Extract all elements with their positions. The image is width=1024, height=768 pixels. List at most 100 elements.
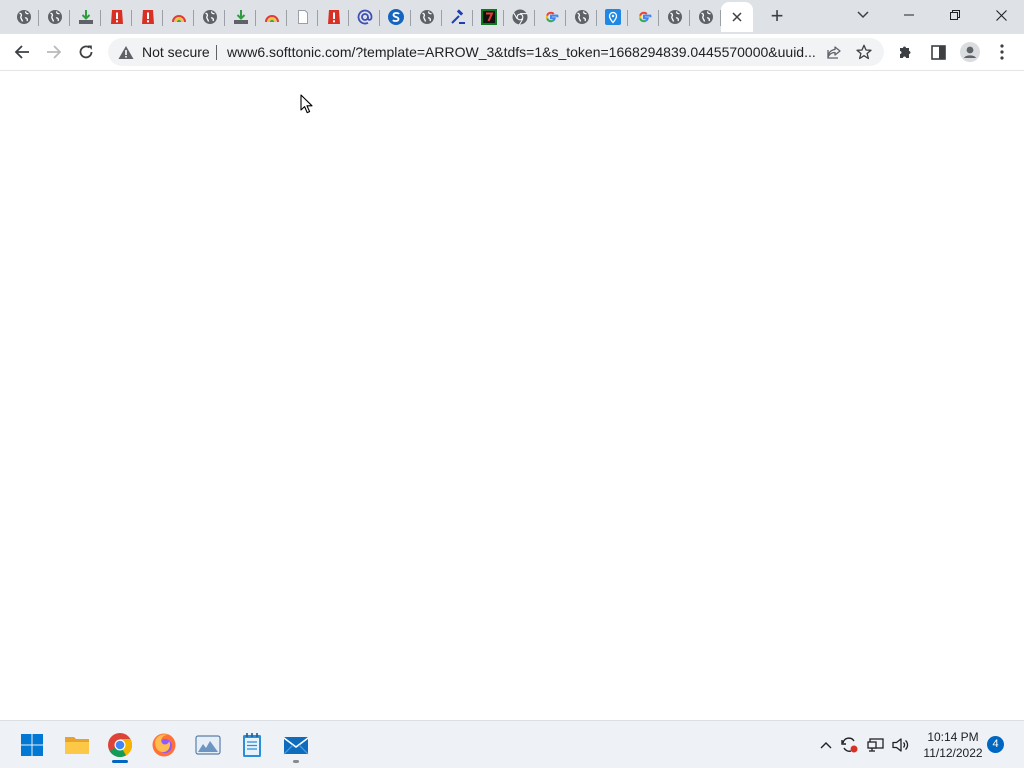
browser-tab[interactable] <box>411 2 442 32</box>
bookmark-star-button[interactable] <box>852 40 876 64</box>
speaker-icon <box>892 738 909 752</box>
browser-tab[interactable] <box>8 2 39 32</box>
profile-avatar-icon <box>960 42 980 62</box>
sync-alert-icon <box>841 737 858 753</box>
chevron-down-icon <box>857 11 869 19</box>
browser-toolbar: Not secure www6.softtonic.com/?template=… <box>0 34 1024 71</box>
kebab-menu-icon <box>1000 44 1004 60</box>
star-icon <box>856 44 872 60</box>
address-bar[interactable]: Not secure www6.softtonic.com/?template=… <box>108 38 884 66</box>
download-icon <box>233 9 249 25</box>
close-icon <box>995 9 1007 21</box>
new-tab-button[interactable]: + <box>765 5 789 29</box>
running-indicator <box>293 760 299 763</box>
running-indicator <box>112 760 128 763</box>
side-panel-icon <box>930 44 946 60</box>
share-button[interactable] <box>822 40 846 64</box>
seven-logo-icon <box>480 9 497 25</box>
browser-tab[interactable] <box>287 2 318 32</box>
browser-tab[interactable] <box>380 2 411 32</box>
browser-tab[interactable] <box>690 2 721 32</box>
browser-tab[interactable] <box>318 2 349 32</box>
window-close-button[interactable] <box>978 0 1024 30</box>
globe-icon <box>574 9 590 25</box>
security-indicator[interactable]: Not secure <box>118 38 210 66</box>
extensions-button[interactable] <box>892 38 920 66</box>
system-clock[interactable]: 10:14 PM 11/12/2022 <box>918 729 988 761</box>
browser-menu-button[interactable] <box>988 38 1016 66</box>
restore-icon <box>950 10 960 20</box>
sync-status-button[interactable] <box>839 735 859 755</box>
side-panel-button[interactable] <box>924 38 952 66</box>
browser-tab[interactable] <box>132 2 163 32</box>
globe-icon <box>16 9 32 25</box>
globe-icon <box>202 9 218 25</box>
browser-tab[interactable] <box>442 2 473 32</box>
chevron-up-icon <box>820 742 832 749</box>
browser-tab[interactable] <box>535 2 566 32</box>
firefox-icon <box>151 732 177 758</box>
google-icon <box>636 9 652 25</box>
browser-tab[interactable] <box>473 2 504 32</box>
minimize-icon <box>904 14 914 16</box>
browser-tab[interactable] <box>659 2 690 32</box>
forward-button[interactable] <box>40 38 68 66</box>
warning-triangle-icon <box>118 45 134 59</box>
browser-tab[interactable] <box>256 2 287 32</box>
mouse-cursor-icon <box>300 94 313 114</box>
browser-tab[interactable] <box>70 2 101 32</box>
tab-search-button[interactable] <box>852 4 874 26</box>
browser-tab-active[interactable] <box>721 2 753 32</box>
share-icon <box>827 46 841 59</box>
browser-tab[interactable] <box>349 2 380 32</box>
taskbar-start-button[interactable] <box>16 729 48 761</box>
arrow-right-icon <box>47 45 62 59</box>
back-button[interactable] <box>8 38 36 66</box>
taskbar-firefox[interactable] <box>148 729 180 761</box>
browser-tab[interactable] <box>225 2 256 32</box>
close-icon[interactable] <box>729 9 745 25</box>
rainbow-icon <box>264 9 280 25</box>
photos-icon <box>195 734 221 756</box>
puzzle-icon <box>900 46 911 58</box>
browser-tab[interactable] <box>39 2 70 32</box>
clock-date: 11/12/2022 <box>923 746 983 760</box>
screen: + Not secure www6.softtonic.com/?templat… <box>0 0 1024 768</box>
s-logo-icon <box>387 9 404 25</box>
reload-button[interactable] <box>72 38 100 66</box>
clock-time: 10:14 PM <box>927 730 979 744</box>
taskbar-mail[interactable] <box>280 729 312 763</box>
browser-tab[interactable] <box>566 2 597 32</box>
chrome-icon <box>107 732 133 758</box>
notepad-icon <box>241 732 263 758</box>
show-hidden-icons-button[interactable] <box>816 735 836 755</box>
rainbow-icon <box>171 9 187 25</box>
browser-tab[interactable] <box>597 2 628 32</box>
url-text[interactable]: www6.softtonic.com/?template=ARROW_3&tdf… <box>227 38 817 66</box>
taskbar-notepad[interactable] <box>236 729 268 761</box>
tab-list <box>8 2 753 32</box>
globe-icon <box>667 9 683 25</box>
gavel-icon <box>450 9 466 25</box>
taskbar-chrome[interactable] <box>104 729 136 763</box>
taskbar-photos[interactable] <box>192 729 224 761</box>
browser-tab[interactable] <box>504 2 535 32</box>
folder-icon <box>64 734 90 756</box>
windows-logo-icon <box>20 733 44 757</box>
window-controls <box>886 0 1024 30</box>
alert-shield-icon <box>326 9 342 25</box>
globe-icon <box>419 9 435 25</box>
network-button[interactable] <box>866 735 886 755</box>
profile-button[interactable] <box>956 38 984 66</box>
taskbar-file-explorer[interactable] <box>61 729 93 761</box>
browser-tab[interactable] <box>628 2 659 32</box>
browser-tab[interactable] <box>163 2 194 32</box>
restore-button[interactable] <box>932 0 978 30</box>
volume-button[interactable] <box>891 735 911 755</box>
alert-shield-icon <box>109 9 125 25</box>
minimize-button[interactable] <box>886 0 932 30</box>
notification-badge[interactable]: 4 <box>987 736 1004 753</box>
browser-tab[interactable] <box>194 2 225 32</box>
alert-shield-icon <box>140 9 156 25</box>
browser-tab[interactable] <box>101 2 132 32</box>
